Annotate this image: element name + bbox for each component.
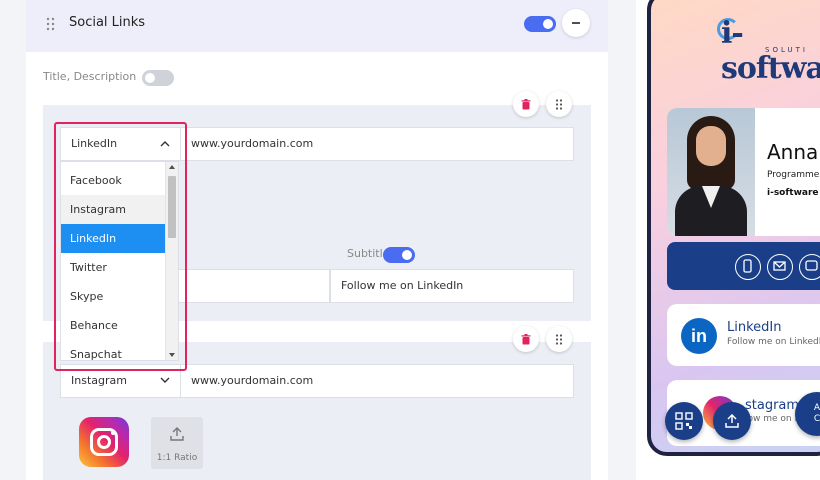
delete-button[interactable] — [513, 326, 539, 352]
profile-role: Programme — [767, 170, 820, 180]
preview-link-linkedin[interactable]: in LinkedIn Follow me on LinkedI — [667, 304, 820, 366]
chevron-down-icon — [160, 377, 170, 383]
section-title: Social Links — [69, 15, 146, 30]
platform-select-value: Instagram — [71, 374, 127, 387]
phone-preview: i-softwa SOLUTI Anna Programme i-softwar… — [647, 0, 820, 456]
phone-icon[interactable] — [735, 254, 761, 280]
drag-button[interactable] — [546, 326, 572, 352]
add-contact-label: AC — [813, 403, 820, 424]
subtitle-input[interactable]: Follow me on LinkedIn — [330, 269, 574, 303]
url-input-value: www.yourdomain.com — [191, 374, 314, 387]
contact-action-bar — [667, 242, 820, 290]
profile-card: Anna Programme i-software S — [667, 108, 820, 236]
title-description-label: Title, Description — [43, 70, 137, 83]
profile-name: Anna — [767, 140, 819, 164]
qr-code-icon — [675, 412, 693, 430]
preview-link-subtitle: Follow me on LinkedI — [727, 337, 820, 347]
url-input-value: www.yourdomain.com — [191, 137, 314, 150]
profile-company: i-software S — [767, 188, 820, 198]
drag-handle-icon[interactable] — [46, 17, 56, 31]
drag-handle-icon — [555, 333, 563, 345]
preview-link-title: stagram — [745, 398, 800, 413]
upload-icon — [170, 427, 184, 441]
minus-icon — [572, 22, 580, 24]
upload-icon-button[interactable]: 1:1 Ratio — [151, 417, 203, 469]
drag-button[interactable] — [546, 91, 572, 117]
collapse-button[interactable] — [562, 9, 590, 37]
delete-button[interactable] — [513, 91, 539, 117]
message-icon[interactable] — [799, 254, 820, 280]
upload-icon — [725, 414, 739, 428]
email-icon[interactable] — [767, 254, 793, 280]
url-input[interactable]: www.yourdomain.com — [180, 364, 574, 398]
qr-code-button[interactable] — [665, 402, 703, 440]
annotation-highlight — [54, 122, 187, 371]
linkedin-icon: in — [681, 318, 717, 354]
trash-icon — [521, 98, 531, 109]
upload-ratio-label: 1:1 Ratio — [156, 453, 198, 463]
drag-handle-icon — [555, 98, 563, 110]
preview-link-title: LinkedIn — [727, 320, 782, 335]
section-toggle[interactable] — [524, 16, 556, 32]
share-button[interactable] — [713, 402, 751, 440]
profile-photo — [667, 108, 755, 236]
instagram-logo-icon — [79, 417, 129, 467]
title-description-toggle[interactable] — [142, 70, 174, 86]
section-header: Social Links — [26, 0, 608, 52]
subtitle-input-value: Follow me on LinkedIn — [341, 279, 464, 292]
subtitle-toggle[interactable] — [383, 247, 415, 263]
company-logo-subtext: SOLUTI — [765, 46, 808, 54]
trash-icon — [521, 333, 531, 344]
url-input[interactable]: www.yourdomain.com — [180, 127, 574, 161]
